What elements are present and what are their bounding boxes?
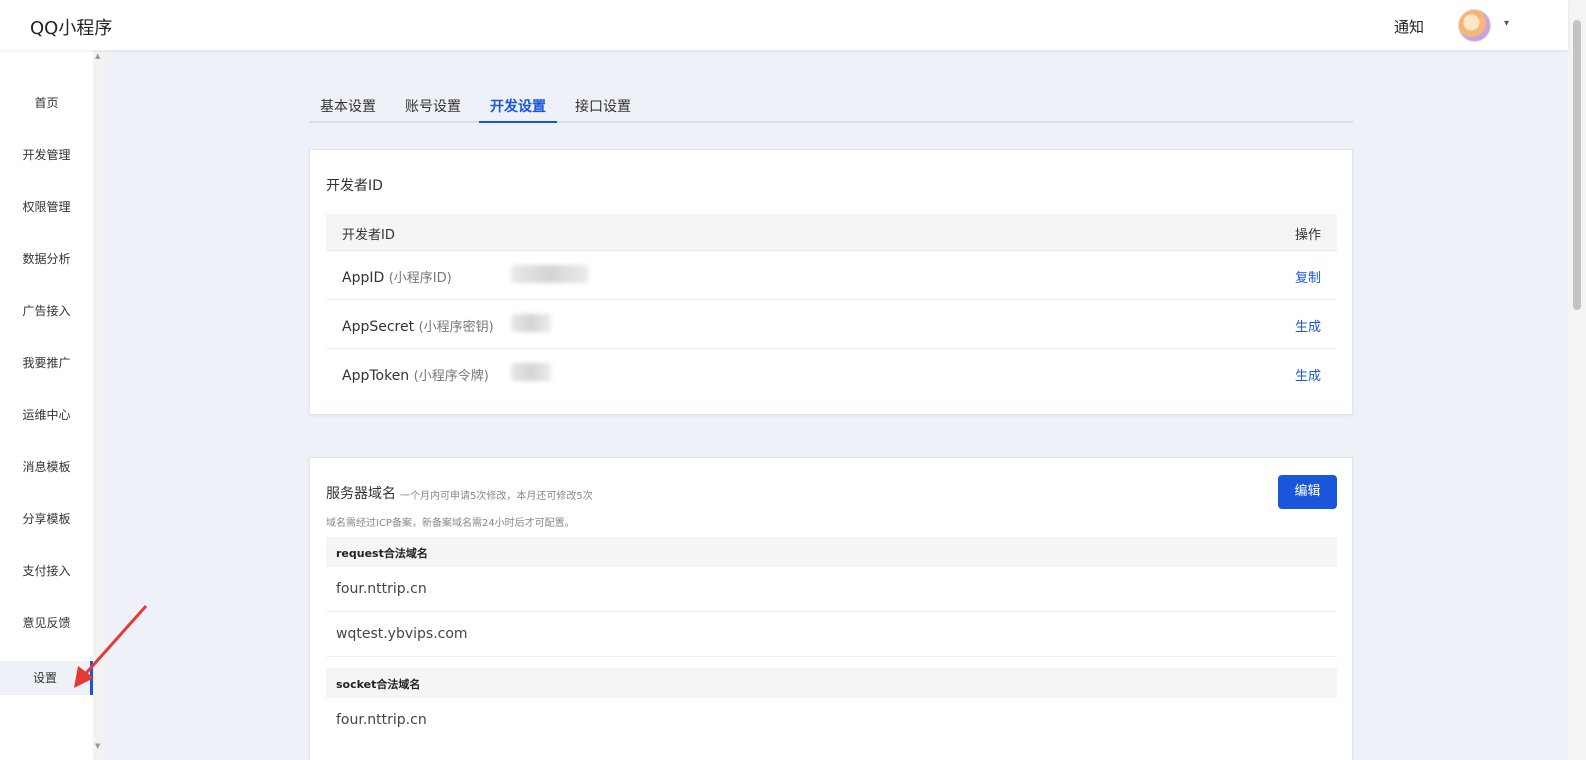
icp-note: 域名需经过ICP备案，新备案域名需24小时后才可配置。 xyxy=(326,518,575,529)
list-item: four.nttrip.cn xyxy=(326,698,1337,743)
sidebar-item-analytics[interactable]: 数据分析 xyxy=(0,242,93,276)
tab-api-settings[interactable]: 接口设置 xyxy=(575,96,631,123)
list-item: four.nttrip.cn xyxy=(326,567,1337,612)
request-domain-header: request合法域名 xyxy=(326,537,1337,567)
edit-button[interactable]: 编辑 xyxy=(1278,475,1337,509)
sidebar-scrollbar[interactable]: ▲ ▼ xyxy=(93,50,106,760)
scroll-up-icon[interactable]: ▲ xyxy=(95,52,100,60)
sidebar-item-message-templates[interactable]: 消息模板 xyxy=(0,450,93,484)
redacted-value xyxy=(511,265,589,283)
sidebar-item-ads[interactable]: 广告接入 xyxy=(0,294,93,328)
table-row: AppSecret (小程序密钥) 生成 xyxy=(326,300,1337,349)
copy-button[interactable]: 复制 xyxy=(1295,267,1321,286)
page-scrollbar[interactable] xyxy=(1568,0,1586,760)
row-sub: (小程序密钥) xyxy=(418,320,494,335)
list-item: wqtest.ybvips.com xyxy=(326,612,1337,657)
sidebar-item-operations[interactable]: 运维中心 xyxy=(0,398,93,432)
section-label: socket合法域名 xyxy=(336,678,421,691)
developer-id-card: 开发者ID 开发者ID 操作 AppID (小程序ID) 复制 AppSecre… xyxy=(309,149,1353,415)
tab-dev-settings[interactable]: 开发设置 xyxy=(479,96,557,123)
server-domain-card: 服务器域名 一个月内可申请5次修改，本月还可修改5次 域名需经过ICP备案，新备… xyxy=(309,457,1353,760)
top-header: QQ小程序 通知 ▾ xyxy=(0,0,1568,50)
generate-secret-button[interactable]: 生成 xyxy=(1295,316,1321,335)
tab-account-settings[interactable]: 账号设置 xyxy=(405,96,461,123)
section-label: request合法域名 xyxy=(336,547,428,560)
column-header-action: 操作 xyxy=(1294,228,1321,243)
redacted-value xyxy=(511,363,551,381)
sidebar-item-payments[interactable]: 支付接入 xyxy=(0,554,93,588)
row-name: AppID xyxy=(342,270,385,286)
sidebar-item-feedback[interactable]: 意见反馈 xyxy=(0,606,93,640)
row-sub: (小程序令牌) xyxy=(413,369,489,384)
sidebar-item-permissions[interactable]: 权限管理 xyxy=(0,190,93,224)
sidebar-item-home[interactable]: 首页 xyxy=(0,86,93,120)
card-title: 开发者ID xyxy=(326,178,383,194)
table-header: 开发者ID 操作 xyxy=(326,214,1337,251)
notification-link[interactable]: 通知 xyxy=(1394,16,1424,37)
redacted-value xyxy=(511,314,551,332)
sidebar-item-promotion[interactable]: 我要推广 xyxy=(0,346,93,380)
app-title[interactable]: QQ小程序 xyxy=(30,14,112,40)
scroll-down-icon[interactable]: ▼ xyxy=(95,742,100,750)
row-name: AppToken xyxy=(342,368,410,384)
card-title: 服务器域名 xyxy=(326,486,396,502)
row-name: AppSecret xyxy=(342,319,415,335)
chevron-down-icon[interactable]: ▾ xyxy=(1504,18,1509,29)
domain-value: four.nttrip.cn xyxy=(336,581,427,597)
row-sub: (小程序ID) xyxy=(388,271,452,286)
tab-basic-settings[interactable]: 基本设置 xyxy=(320,96,376,123)
table-row: AppID (小程序ID) 复制 xyxy=(326,251,1337,300)
page-scrollbar-thumb[interactable] xyxy=(1573,20,1581,310)
sidebar-item-settings[interactable]: 设置 xyxy=(0,661,93,695)
sidebar-item-share-templates[interactable]: 分享模板 xyxy=(0,502,93,536)
sidebar-item-dev-management[interactable]: 开发管理 xyxy=(0,138,93,172)
domain-value: wqtest.ybvips.com xyxy=(336,626,468,642)
settings-tabs: 基本设置 账号设置 开发设置 接口设置 xyxy=(309,88,1353,123)
generate-token-button[interactable]: 生成 xyxy=(1295,365,1321,384)
domain-value: four.nttrip.cn xyxy=(336,712,427,728)
sidebar: 首页 开发管理 权限管理 数据分析 广告接入 我要推广 运维中心 消息模板 分享… xyxy=(0,50,93,760)
table-row: AppToken (小程序令牌) 生成 xyxy=(326,349,1337,398)
avatar[interactable] xyxy=(1458,9,1491,42)
modify-quota-hint: 一个月内可申请5次修改，本月还可修改5次 xyxy=(400,491,593,502)
column-header-id: 开发者ID xyxy=(342,228,395,243)
socket-domain-header: socket合法域名 xyxy=(326,668,1337,698)
